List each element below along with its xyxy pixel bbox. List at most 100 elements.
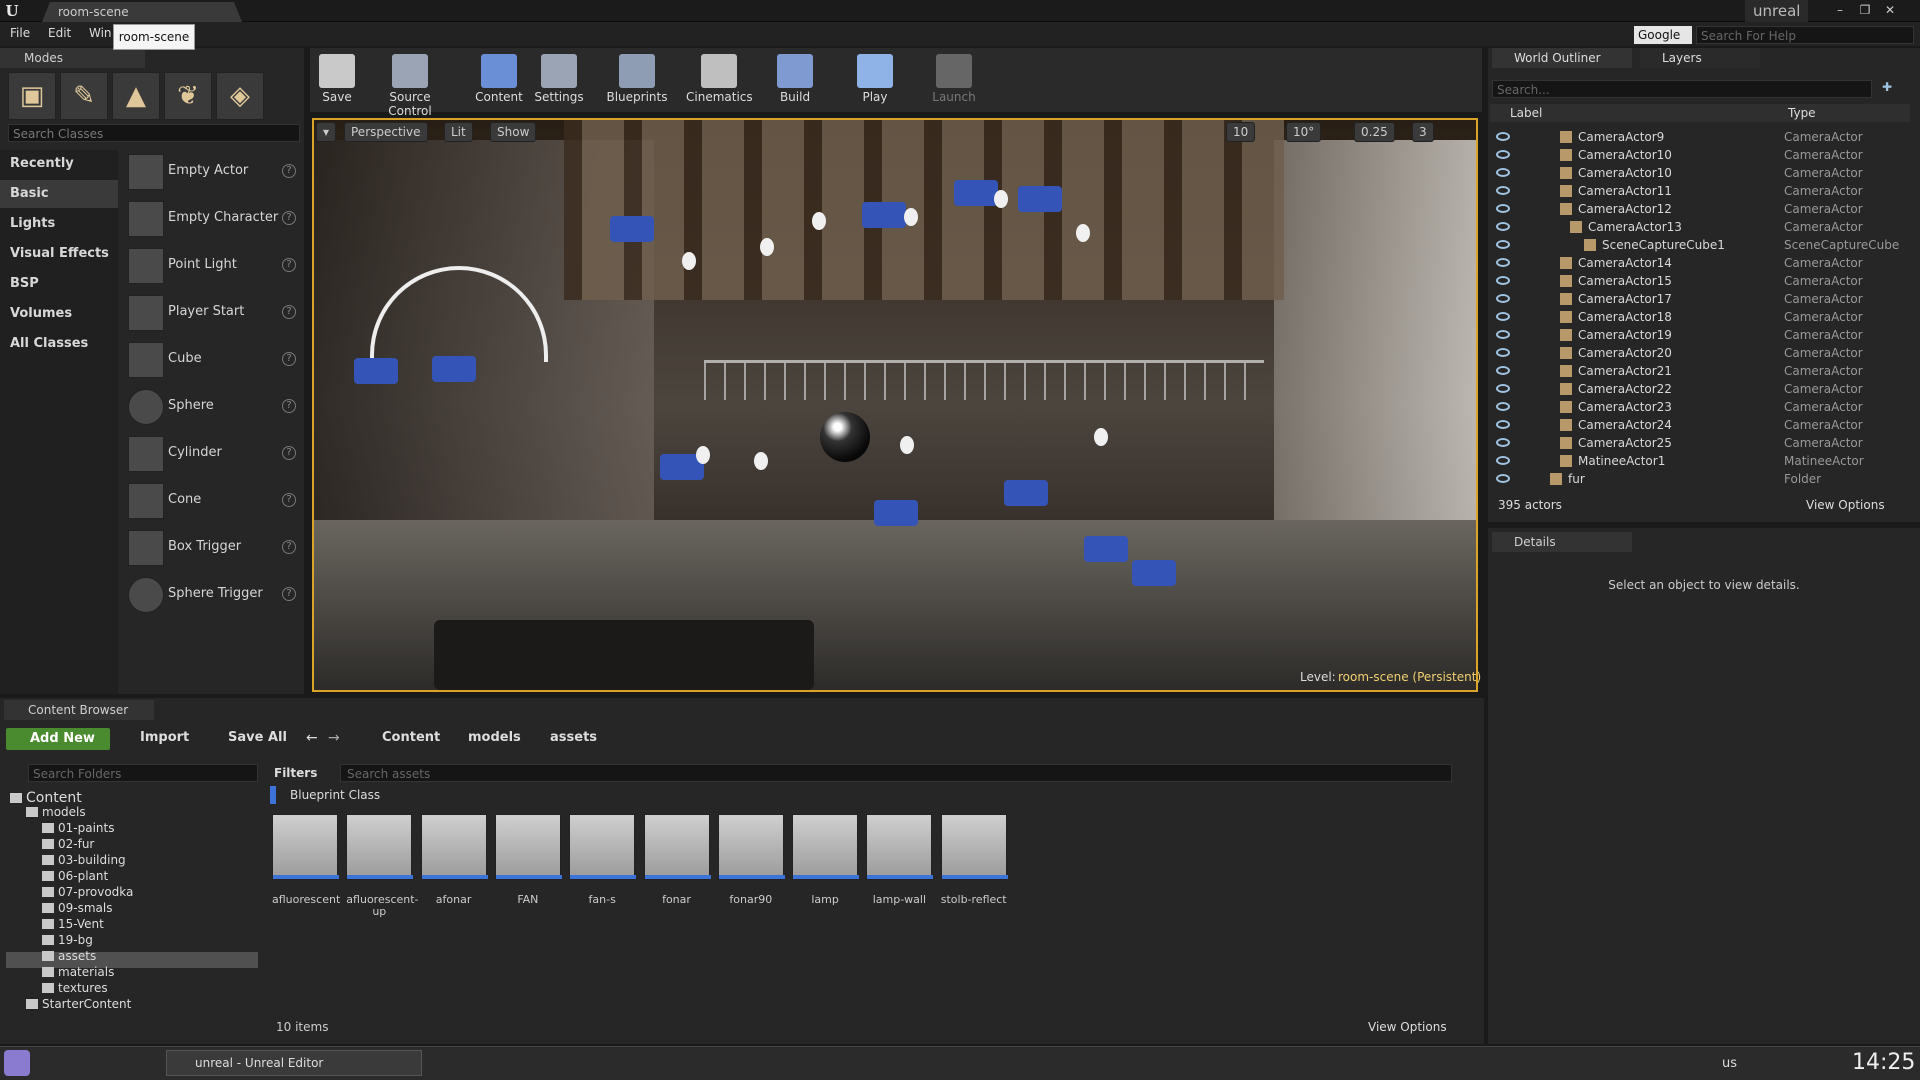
outliner-row[interactable]: CameraActor17 CameraActor bbox=[1490, 290, 1900, 308]
camera-actor-icon[interactable] bbox=[1132, 560, 1176, 586]
camera-actor-icon[interactable] bbox=[354, 358, 398, 384]
outliner-search-input[interactable]: Search... bbox=[1492, 80, 1872, 98]
camera-actor-icon[interactable] bbox=[874, 500, 918, 526]
help-icon[interactable]: ? bbox=[282, 493, 296, 507]
point-light-icon[interactable] bbox=[904, 208, 918, 226]
visibility-eye-icon[interactable] bbox=[1496, 150, 1510, 159]
folder-tree-item[interactable]: 19-bg bbox=[42, 932, 93, 948]
import-button[interactable]: Import bbox=[140, 730, 189, 745]
visibility-eye-icon[interactable] bbox=[1496, 204, 1510, 213]
source-control-button[interactable]: Source Control bbox=[366, 48, 454, 118]
camera-actor-icon[interactable] bbox=[432, 356, 476, 382]
perspective-button[interactable]: Perspective bbox=[344, 122, 428, 142]
visibility-eye-icon[interactable] bbox=[1496, 384, 1510, 393]
tab-details[interactable]: Details bbox=[1492, 532, 1632, 552]
outliner-row[interactable]: CameraActor10 CameraActor bbox=[1490, 164, 1900, 182]
visibility-eye-icon[interactable] bbox=[1496, 366, 1510, 375]
column-label[interactable]: Label bbox=[1510, 104, 1542, 122]
folder-tree-item[interactable]: 03-building bbox=[42, 852, 126, 868]
camera-actor-icon[interactable] bbox=[1004, 480, 1048, 506]
level-viewport[interactable] bbox=[312, 118, 1478, 692]
tab-content-browser[interactable]: Content Browser bbox=[4, 700, 154, 720]
point-light-icon[interactable] bbox=[682, 252, 696, 270]
place-item-cube[interactable]: Cube? bbox=[124, 338, 300, 382]
place-item-sphere-trigger[interactable]: Sphere Trigger? bbox=[124, 573, 300, 617]
outliner-row[interactable]: CameraActor10 CameraActor bbox=[1490, 146, 1900, 164]
point-light-icon[interactable] bbox=[1094, 428, 1108, 446]
visibility-eye-icon[interactable] bbox=[1496, 276, 1510, 285]
category-volumes[interactable]: Volumes bbox=[0, 300, 118, 328]
folder-tree-item[interactable]: 07-provodka bbox=[42, 884, 133, 900]
visibility-eye-icon[interactable] bbox=[1496, 330, 1510, 339]
breadcrumb-content[interactable]: Content bbox=[382, 730, 440, 745]
folder-search-input[interactable]: Search Folders bbox=[28, 764, 258, 782]
folder-tree-item[interactable]: 06-plant bbox=[42, 868, 108, 884]
menu-file[interactable]: File bbox=[10, 26, 30, 40]
category-recently-placed[interactable]: Recently Placed bbox=[0, 150, 118, 199]
help-icon[interactable]: ? bbox=[282, 399, 296, 413]
outliner-row[interactable]: CameraActor25 CameraActor bbox=[1490, 434, 1900, 452]
camera-actor-icon[interactable] bbox=[610, 216, 654, 242]
landscape-mode-icon[interactable]: ▲ bbox=[112, 72, 160, 120]
help-icon[interactable]: ? bbox=[282, 587, 296, 601]
menu-edit[interactable]: Edit bbox=[48, 26, 71, 40]
forward-arrow-icon[interactable]: → bbox=[328, 730, 340, 746]
place-item-cylinder[interactable]: Cylinder? bbox=[124, 432, 300, 476]
outliner-row[interactable]: CameraActor21 CameraActor bbox=[1490, 362, 1900, 380]
category-all-classes[interactable]: All Classes bbox=[0, 330, 118, 358]
breadcrumb-assets[interactable]: assets bbox=[550, 730, 597, 745]
keyboard-layout[interactable]: us bbox=[1722, 1056, 1737, 1071]
place-item-cone[interactable]: Cone? bbox=[124, 479, 300, 523]
outliner-row[interactable]: fur Folder bbox=[1490, 470, 1900, 488]
breadcrumb-models[interactable]: models bbox=[468, 730, 521, 745]
geometry-mode-icon[interactable]: ◈ bbox=[216, 72, 264, 120]
outliner-row[interactable]: CameraActor22 CameraActor bbox=[1490, 380, 1900, 398]
class-search-input[interactable]: Search Classes bbox=[8, 124, 300, 142]
point-light-icon[interactable] bbox=[900, 436, 914, 454]
help-icon[interactable]: ? bbox=[282, 446, 296, 460]
outliner-row[interactable]: CameraActor23 CameraActor bbox=[1490, 398, 1900, 416]
build-button[interactable]: Build bbox=[774, 48, 816, 112]
outliner-row[interactable]: CameraActor15 CameraActor bbox=[1490, 272, 1900, 290]
outliner-row[interactable]: CameraActor18 CameraActor bbox=[1490, 308, 1900, 326]
category-visual-effects[interactable]: Visual Effects bbox=[0, 240, 118, 268]
help-icon[interactable]: ? bbox=[282, 540, 296, 554]
outliner-row[interactable]: CameraActor20 CameraActor bbox=[1490, 344, 1900, 362]
camera-actor-icon[interactable] bbox=[1084, 536, 1128, 562]
visibility-eye-icon[interactable] bbox=[1496, 258, 1510, 267]
outliner-row[interactable]: CameraActor19 CameraActor bbox=[1490, 326, 1900, 344]
point-light-icon[interactable] bbox=[696, 446, 710, 464]
start-menu-icon[interactable] bbox=[4, 1050, 30, 1076]
visibility-eye-icon[interactable] bbox=[1496, 402, 1510, 411]
asset-tile[interactable]: afluorescent-up bbox=[346, 814, 419, 918]
help-icon[interactable]: ? bbox=[282, 258, 296, 272]
asset-tile[interactable]: afonar bbox=[420, 814, 488, 906]
cinematics-button[interactable]: Cinematics bbox=[686, 48, 753, 112]
visibility-eye-icon[interactable] bbox=[1496, 132, 1510, 141]
point-light-icon[interactable] bbox=[754, 452, 768, 470]
category-basic[interactable]: Basic bbox=[0, 180, 118, 208]
folder-tree-item[interactable]: 09-smals bbox=[42, 900, 112, 916]
filters-button[interactable]: Filters bbox=[274, 764, 334, 782]
unreal-logo-icon[interactable]: U bbox=[2, 1, 22, 21]
help-search-input[interactable]: Search For Help bbox=[1696, 26, 1914, 44]
grid-snap-value[interactable]: 10 bbox=[1226, 122, 1256, 142]
asset-tile[interactable]: afluorescent bbox=[272, 814, 340, 906]
launch-button[interactable]: Launch bbox=[930, 48, 978, 112]
place-item-empty-character[interactable]: Empty Character? bbox=[124, 197, 300, 241]
settings-button[interactable]: Settings bbox=[532, 48, 586, 112]
folder-tree-item[interactable]: models bbox=[26, 804, 86, 820]
help-provider-select[interactable]: Google bbox=[1634, 26, 1692, 44]
save-all-button[interactable]: Save All bbox=[228, 730, 287, 745]
help-icon[interactable]: ? bbox=[282, 211, 296, 225]
asset-tile[interactable]: stolb-reflect bbox=[940, 814, 1008, 906]
scale-snap-value[interactable]: 0.25 bbox=[1354, 122, 1395, 142]
outliner-row[interactable]: CameraActor9 CameraActor bbox=[1490, 128, 1900, 146]
paint-mode-icon[interactable]: ✎ bbox=[60, 72, 108, 120]
asset-tile[interactable]: fonar90 bbox=[717, 814, 785, 906]
viewport-options-chevron-icon[interactable]: ▾ bbox=[316, 122, 336, 142]
column-type[interactable]: Type bbox=[1788, 104, 1816, 122]
visibility-eye-icon[interactable] bbox=[1496, 168, 1510, 177]
outliner-view-options-button[interactable]: View Options bbox=[1806, 498, 1885, 512]
restore-icon[interactable]: ❐ bbox=[1855, 2, 1875, 18]
